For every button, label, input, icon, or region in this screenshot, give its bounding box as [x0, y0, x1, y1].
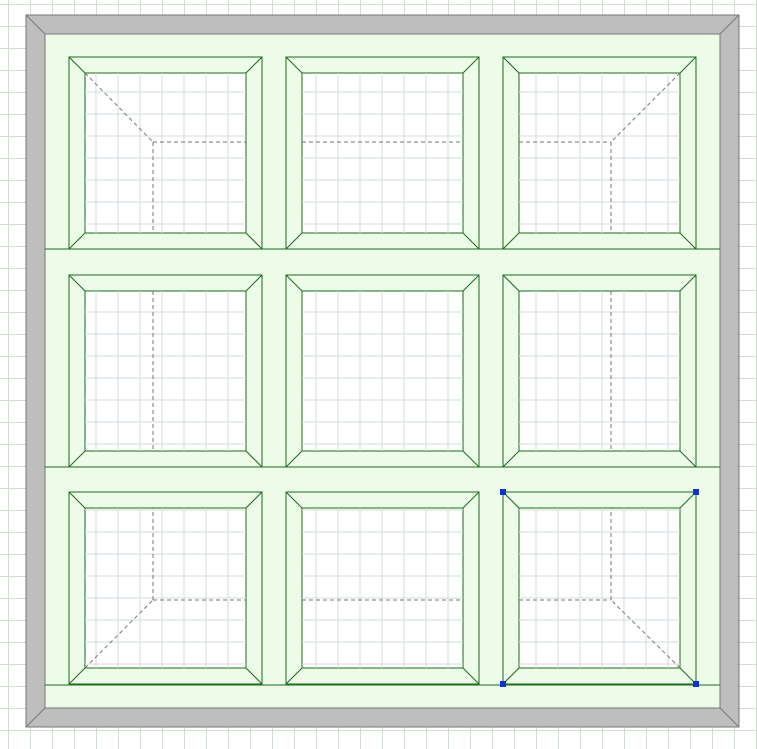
selection-handle-icon[interactable] — [693, 489, 699, 495]
floor-plan-canvas[interactable] — [0, 0, 757, 749]
selection-handle-icon[interactable] — [500, 489, 506, 495]
cabinet-cell[interactable] — [285, 274, 480, 468]
cabinet-cell[interactable] — [285, 491, 480, 685]
cabinet-cell[interactable] — [502, 274, 697, 468]
selection-handle-icon[interactable] — [693, 681, 699, 687]
cabinet-cells — [68, 56, 697, 685]
cabinet-cell[interactable] — [502, 491, 697, 685]
cabinet-cell[interactable] — [68, 491, 263, 685]
selection-handle-icon[interactable] — [500, 681, 506, 687]
cabinet-cell[interactable] — [68, 274, 263, 468]
cabinet-cell[interactable] — [502, 56, 697, 250]
cabinet-cell[interactable] — [68, 56, 263, 250]
cabinet-cell[interactable] — [285, 56, 480, 250]
